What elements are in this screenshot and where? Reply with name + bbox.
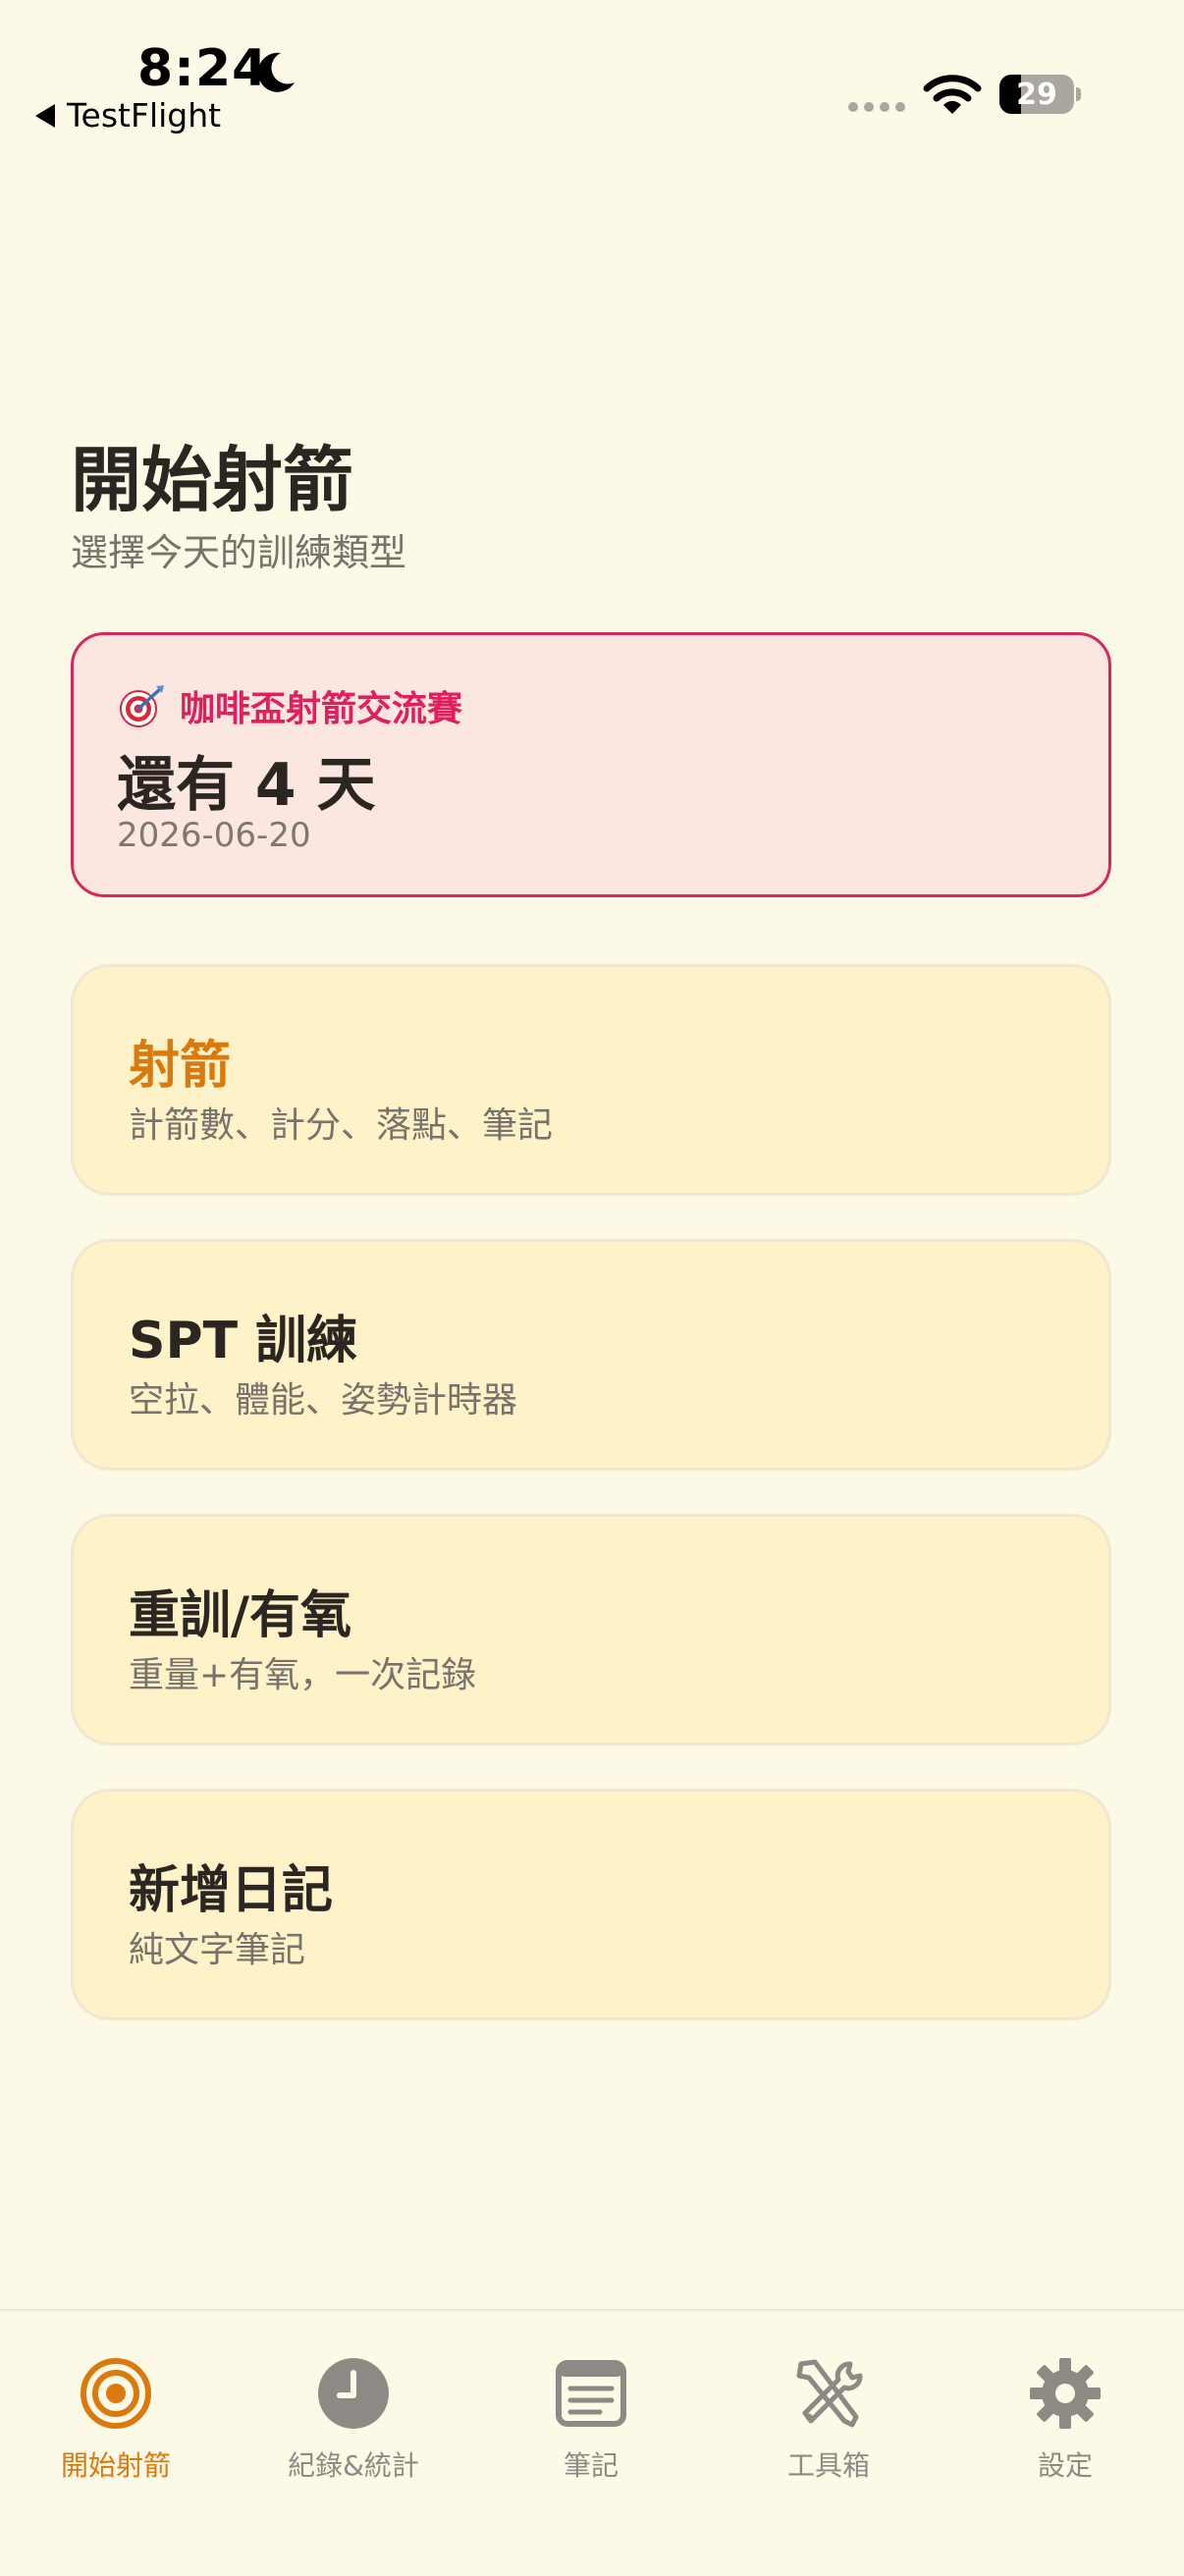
- notes-icon: [556, 2360, 626, 2427]
- tab-records-stats[interactable]: 紀錄&統計: [236, 2356, 471, 2484]
- option-archery-card[interactable]: 射箭 計箭數、計分、落點、筆記: [71, 964, 1111, 1196]
- tab-bar: 開始射箭 紀錄&統計 筆記 工具箱 設定: [0, 2309, 1184, 2576]
- option-new-diary-card[interactable]: 新增日記 純文字筆記: [71, 1789, 1111, 2020]
- tab-label: 工具箱: [786, 2449, 870, 2482]
- option-title: SPT 訓練: [129, 1312, 358, 1370]
- countdown-date: 2026-06-20: [117, 816, 311, 855]
- option-title: 射箭: [129, 1037, 232, 1096]
- tab-start-archery[interactable]: 開始射箭: [0, 2356, 234, 2484]
- option-desc: 純文字筆記: [129, 1930, 306, 1970]
- countdown-event-name: 咖啡盃射箭交流賽: [180, 689, 463, 729]
- countdown-remaining: 還有 4 天: [117, 751, 376, 820]
- option-title: 重訓/有氧: [129, 1586, 351, 1645]
- wifi-icon: [923, 75, 982, 114]
- battery-level: 29: [1016, 77, 1057, 112]
- gear-icon: [1030, 2358, 1101, 2429]
- cellular-signal-icon: [848, 102, 905, 112]
- target-icon: [81, 2358, 151, 2429]
- tab-label: 筆記: [563, 2449, 619, 2482]
- battery-cap: [1076, 87, 1081, 101]
- battery-icon: 29: [999, 75, 1074, 114]
- countdown-event: 咖啡盃射箭交流賽: [117, 680, 462, 731]
- status-time: 8:24: [137, 39, 269, 98]
- page-title: 開始射箭: [71, 439, 354, 521]
- moon-icon: [257, 52, 295, 92]
- option-desc: 計箭數、計分、落點、筆記: [129, 1105, 554, 1146]
- back-to-app-button[interactable]: TestFlight: [35, 96, 221, 134]
- option-spt-card[interactable]: SPT 訓練 空拉、體能、姿勢計時器: [71, 1239, 1111, 1471]
- option-desc: 空拉、體能、姿勢計時器: [129, 1380, 518, 1421]
- tab-toolbox[interactable]: 工具箱: [711, 2356, 946, 2484]
- dart-target-icon: [120, 685, 164, 727]
- tab-settings[interactable]: 設定: [947, 2356, 1183, 2484]
- clock-icon: [318, 2358, 389, 2429]
- back-app-label: TestFlight: [67, 96, 222, 134]
- tab-label: 紀錄&統計: [288, 2449, 419, 2482]
- tab-label: 開始射箭: [60, 2449, 171, 2482]
- countdown-card[interactable]: 咖啡盃射箭交流賽 還有 4 天 2026-06-20: [71, 632, 1111, 897]
- tools-icon: [796, 2359, 863, 2428]
- tab-notes[interactable]: 筆記: [473, 2356, 709, 2484]
- option-weights-cardio-card[interactable]: 重訓/有氧 重量+有氧，一次記錄: [71, 1514, 1111, 1745]
- page-subtitle: 選擇今天的訓練類型: [71, 531, 407, 574]
- tab-label: 設定: [1037, 2449, 1093, 2482]
- back-arrow-icon: [35, 103, 55, 128]
- option-desc: 重量+有氧，一次記錄: [129, 1655, 477, 1695]
- option-title: 新增日記: [129, 1861, 334, 1920]
